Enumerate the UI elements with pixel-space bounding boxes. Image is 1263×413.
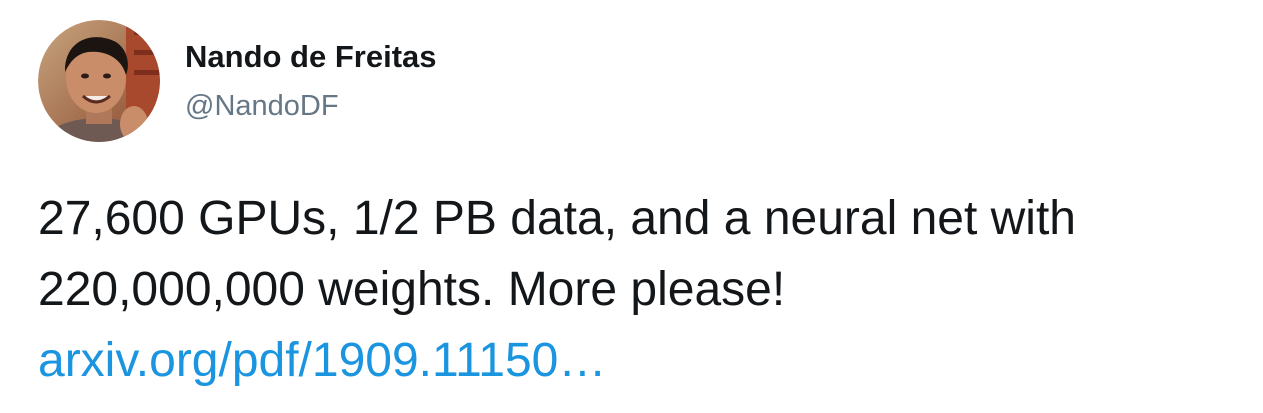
tweet-text-line-2: 220,000,000 weights. More please! [38, 263, 786, 316]
tweet-text: 27,600 GPUs, 1/2 PB data, and a neural n… [38, 183, 1253, 396]
tweet-text-line-1: 27,600 GPUs, 1/2 PB data, and a neural n… [38, 192, 1076, 245]
author-block: Nando de Freitas @NandoDF [185, 37, 437, 126]
tweet-link[interactable]: arxiv.org/pdf/1909.11150… [38, 325, 1253, 396]
user-handle[interactable]: @NandoDF [185, 86, 437, 126]
avatar[interactable] [38, 20, 160, 142]
tweet-card: Nando de Freitas @NandoDF 27,600 GPUs, 1… [0, 0, 1263, 413]
display-name[interactable]: Nando de Freitas [185, 37, 437, 77]
